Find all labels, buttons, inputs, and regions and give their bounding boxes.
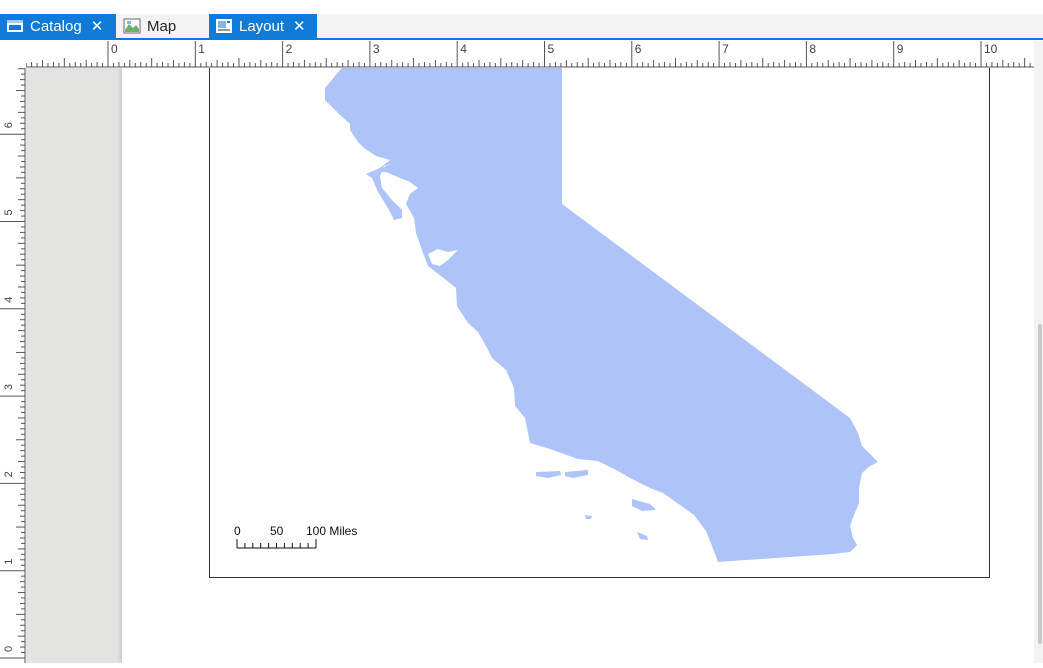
tab-map[interactable]: Map (117, 14, 209, 38)
scale-bar-label-50: 50 (270, 524, 284, 538)
vertical-scrollbar[interactable] (1034, 41, 1043, 663)
ruler-label: 4 (460, 42, 467, 56)
ruler-label: 0 (3, 646, 15, 652)
scale-bar[interactable]: 0 50 100 Miles (234, 524, 357, 549)
map-icon (123, 18, 141, 34)
ruler-label: 8 (809, 42, 816, 56)
ruler-label: 6 (635, 42, 642, 56)
ruler-label: 10 (984, 42, 998, 56)
catalog-icon (6, 18, 24, 34)
ruler-label: 2 (3, 471, 15, 477)
tab-catalog[interactable]: Catalog ✕ (0, 14, 116, 38)
ruler-label: 6 (3, 122, 15, 128)
map-content: 0 50 100 Miles (234, 68, 878, 562)
ruler-label: 5 (3, 209, 15, 215)
ruler-corner (0, 41, 26, 68)
tab-map-label: Map (147, 17, 177, 35)
ruler-label: 5 (548, 42, 555, 56)
close-icon[interactable]: ✕ (293, 17, 306, 35)
ruler-label: 4 (3, 297, 15, 303)
ruler-label: 3 (373, 42, 380, 56)
scale-bar-label-0: 0 (234, 524, 241, 538)
vertical-ruler-ticks: 6 5 4 3 2 1 0 (0, 68, 26, 663)
ruler-label: 0 (111, 42, 118, 56)
layout-icon (215, 18, 233, 34)
scale-bar-label-100-miles: 100 Miles (306, 524, 357, 538)
document-tab-bar: Catalog ✕ Map Layout ✕ (0, 14, 1043, 40)
ruler-label: 9 (897, 42, 904, 56)
ruler-label: 2 (286, 42, 293, 56)
title-strip (0, 0, 1043, 15)
tab-layout[interactable]: Layout ✕ (209, 14, 317, 38)
channel-island (637, 532, 648, 540)
scale-bar-ticks (236, 539, 317, 549)
california-shape (325, 68, 878, 562)
scrollbar-thumb[interactable] (1038, 324, 1042, 644)
ruler-label: 7 (722, 42, 729, 56)
close-icon[interactable]: ✕ (91, 17, 104, 35)
horizontal-ruler[interactable]: 0 1 2 3 4 5 6 7 8 9 10 (25, 41, 1034, 68)
ruler-label: 1 (198, 42, 205, 56)
horizontal-ruler-ticks: 0 1 2 3 4 5 6 7 8 9 10 (25, 41, 1034, 68)
tab-layout-label: Layout (239, 17, 285, 35)
map-frame[interactable]: 0 50 100 Miles (209, 68, 990, 578)
layout-page: 0 50 100 Miles (122, 68, 1034, 663)
vertical-ruler[interactable]: 6 5 4 3 2 1 0 (0, 68, 26, 663)
channel-island (585, 515, 592, 519)
channel-island (536, 471, 561, 478)
channel-island (632, 499, 656, 511)
ruler-label: 3 (3, 384, 15, 390)
tab-catalog-label: Catalog (30, 17, 82, 35)
ruler-label: 1 (3, 559, 15, 565)
channel-island (565, 470, 588, 478)
layout-canvas[interactable]: 0 50 100 Miles (26, 68, 1034, 663)
